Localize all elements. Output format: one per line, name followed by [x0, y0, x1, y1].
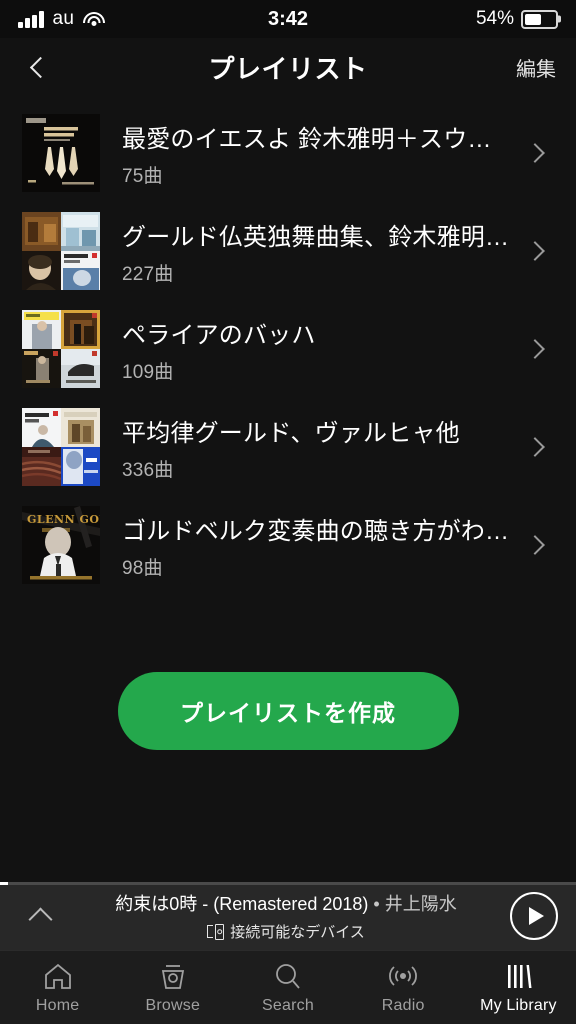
playlist-cover	[22, 310, 100, 388]
chevron-right-icon	[525, 437, 545, 457]
library-icon	[503, 961, 533, 991]
create-playlist-area: プレイリストを作成	[0, 672, 576, 750]
play-icon	[528, 907, 544, 925]
tab-my-library[interactable]: My Library	[461, 951, 576, 1024]
playlist-title: 最愛のイエスよ 鈴木雅明＋スウ…	[122, 125, 492, 153]
edit-button[interactable]: 編集	[516, 53, 556, 82]
track-title: 約束は0時 - (Remastered 2018)	[115, 894, 369, 914]
playlist-cover	[22, 114, 100, 192]
chevron-left-icon	[29, 56, 52, 78]
tab-browse-label: Browse	[145, 996, 201, 1014]
playlist-title: 平均律グールド、ヴァルヒャ他	[122, 419, 460, 447]
playlist-track-count: 75曲	[122, 165, 163, 187]
battery-icon	[521, 9, 558, 29]
battery-percent-label: 54%	[475, 8, 514, 29]
now-playing-track: 約束は0時 - (Remastered 2018) • 井上陽水	[66, 890, 506, 916]
status-bar: au 3:42 54%	[0, 0, 576, 38]
search-icon	[273, 961, 303, 991]
list-item[interactable]: 平均律グールド、ヴァルヒャ他 336曲	[0, 398, 576, 496]
playlist-track-count: 109曲	[122, 361, 174, 383]
tab-radio-label: Radio	[381, 996, 425, 1014]
tab-my-library-label: My Library	[480, 996, 557, 1014]
home-icon	[43, 961, 73, 991]
carrier-label: au	[52, 8, 75, 29]
wifi-icon	[83, 11, 106, 28]
playlist-text: ゴルドベルク変奏曲の聴き方がわ… 98曲	[100, 511, 528, 580]
status-bar-left: au	[18, 8, 106, 30]
create-playlist-button[interactable]: プレイリストを作成	[117, 672, 459, 750]
chevron-right-icon	[525, 241, 545, 261]
status-bar-right: 54%	[476, 8, 558, 30]
connect-device-icon	[207, 923, 225, 940]
playlist-text: 最愛のイエスよ 鈴木雅明＋スウ… 75曲	[100, 119, 528, 188]
track-artist: 井上陽水	[384, 894, 457, 914]
list-item[interactable]: グールド仏英独舞曲集、鈴木雅明… 227曲	[0, 202, 576, 300]
chevron-right-icon	[525, 535, 545, 555]
tab-radio[interactable]: Radio	[346, 951, 461, 1024]
playlist-cover: GLENN GOULD	[22, 506, 100, 584]
playlist-track-count: 98曲	[122, 557, 163, 579]
connect-device-label: 接続可能なデバイス	[230, 924, 365, 941]
track-separator: •	[368, 894, 385, 914]
tab-search-label: Search	[262, 996, 314, 1014]
playlist-title: グールド仏英独舞曲集、鈴木雅明…	[122, 223, 510, 251]
playlist-title: ペライアのバッハ	[122, 321, 316, 349]
list-item[interactable]: 最愛のイエスよ 鈴木雅明＋スウ… 75曲	[0, 104, 576, 202]
browse-icon	[158, 961, 188, 991]
list-item[interactable]: GLENN GOULD ゴルドベルク変奏曲の聴き方がわ… 98曲	[0, 496, 576, 594]
list-item[interactable]: ペライアのバッハ 109曲	[0, 300, 576, 398]
playlist-title: ゴルドベルク変奏曲の聴き方がわ…	[122, 517, 510, 545]
chevron-up-icon	[27, 906, 53, 932]
playlist-track-count: 227曲	[122, 263, 174, 285]
playlist-list: 最愛のイエスよ 鈴木雅明＋スウ… 75曲 グールド仏英独舞曲集、鈴木雅明… 22…	[0, 96, 576, 594]
now-playing-bar[interactable]: 約束は0時 - (Remastered 2018) • 井上陽水 接続可能なデバ…	[0, 882, 576, 950]
now-playing-info[interactable]: 約束は0時 - (Remastered 2018) • 井上陽水 接続可能なデバ…	[62, 890, 510, 942]
tab-home-label: Home	[35, 996, 80, 1014]
chevron-right-icon	[525, 339, 545, 359]
tab-bar: Home Browse Search Radio My Library	[0, 950, 576, 1024]
playlist-track-count: 336曲	[122, 459, 174, 481]
signal-bars-icon	[18, 10, 44, 28]
tab-home[interactable]: Home	[0, 951, 115, 1024]
radio-icon	[387, 961, 419, 991]
playlist-text: グールド仏英独舞曲集、鈴木雅明… 227曲	[100, 217, 528, 286]
chevron-right-icon	[525, 143, 545, 163]
playback-progress-bar	[0, 882, 576, 885]
tab-browse[interactable]: Browse	[115, 951, 230, 1024]
svg-text:GLENN GOULD: GLENN GOULD	[27, 513, 100, 526]
expand-player-button[interactable]	[18, 905, 62, 932]
nav-header: プレイリスト 編集	[0, 38, 576, 96]
back-button[interactable]	[20, 49, 56, 85]
connect-device-row[interactable]: 接続可能なデバイス	[66, 921, 506, 942]
playlist-text: ペライアのバッハ 109曲	[100, 315, 528, 384]
page-title: プレイリスト	[208, 53, 368, 84]
playlist-text: 平均律グールド、ヴァルヒャ他 336曲	[100, 413, 528, 482]
playlist-cover	[22, 212, 100, 290]
play-button[interactable]	[510, 892, 558, 940]
tab-search[interactable]: Search	[230, 951, 345, 1024]
playlist-cover	[22, 408, 100, 486]
